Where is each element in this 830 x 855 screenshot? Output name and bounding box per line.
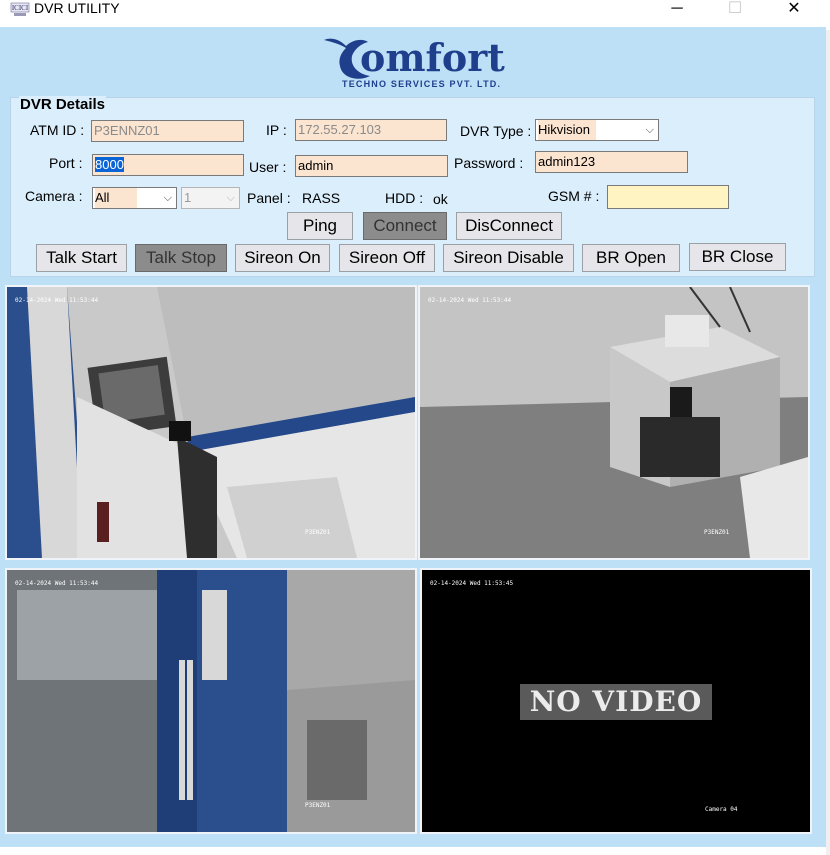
user-label: User : <box>249 159 287 175</box>
camera-channel-value: 1 <box>184 190 192 205</box>
camera-1-timestamp: 02-14-2024 Wed 11:53:44 <box>15 297 99 304</box>
password-field[interactable]: admin123 <box>535 151 688 173</box>
ping-button[interactable]: Ping <box>287 212 353 240</box>
camera-view-4[interactable]: 02-14-2024 Wed 11:53:45 NO VIDEO Camera … <box>420 568 812 834</box>
dvr-type-select[interactable]: Hikvision ⌵ <box>535 119 659 141</box>
gsm-field[interactable] <box>607 185 729 209</box>
camera-3-image <box>7 570 415 832</box>
camera-1-label: P3ENZ01 <box>305 529 331 536</box>
app-logo-icon: ICICI <box>10 2 30 18</box>
ip-label: IP : <box>266 122 287 138</box>
atm-id-field[interactable]: P3ENNZ01 <box>91 120 244 142</box>
disconnect-button[interactable]: DisConnect <box>456 212 562 240</box>
company-logo: omfort TECHNO SERVICES PVT. LTD. <box>320 34 520 90</box>
dvr-details-title: DVR Details <box>19 96 107 113</box>
user-field[interactable]: admin <box>295 155 448 177</box>
br-open-button[interactable]: BR Open <box>582 244 680 272</box>
sireon-disable-button[interactable]: Sireon Disable <box>443 244 574 272</box>
chevron-down-icon: ⌵ <box>645 124 654 136</box>
camera-view-1[interactable]: 02-14-2024 Wed 11:53:44 P3ENZ01 <box>5 285 417 560</box>
chevron-down-icon: ⌵ <box>226 192 235 204</box>
gsm-label: GSM # : <box>548 188 600 204</box>
br-close-button[interactable]: BR Close <box>689 243 786 271</box>
logo-wordmark: omfort <box>360 35 505 80</box>
minimize-button[interactable]: ─ <box>654 0 700 22</box>
camera-1-image <box>7 287 415 558</box>
hdd-value: ok <box>433 191 448 207</box>
dvr-type-label: DVR Type : <box>460 123 532 139</box>
panel-label: Panel : <box>247 190 291 206</box>
talk-stop-button[interactable]: Talk Stop <box>135 244 227 272</box>
camera-3-timestamp: 02-14-2024 Wed 11:53:44 <box>15 580 99 587</box>
port-value-selected: 8000 <box>95 157 124 172</box>
camera-2-label: P3ENZ01 <box>704 529 730 536</box>
panel-value: RASS <box>302 190 341 206</box>
no-video-overlay: NO VIDEO <box>520 684 712 720</box>
camera-channel-select[interactable]: 1 ⌵ <box>181 187 240 209</box>
camera-select-value: All <box>95 188 138 208</box>
atm-id-label: ATM ID : <box>30 122 85 138</box>
camera-view-3[interactable]: 02-14-2024 Wed 11:53:44 P3ENZ01 <box>5 568 417 834</box>
camera-view-2[interactable]: 02-14-2024 Wed 11:53:44 P3ENZ01 <box>418 285 810 560</box>
chevron-down-icon: ⌵ <box>163 192 172 204</box>
talk-start-button[interactable]: Talk Start <box>36 244 127 272</box>
dvr-type-value: Hikvision <box>538 120 597 140</box>
camera-2-timestamp: 02-14-2024 Wed 11:53:44 <box>428 297 512 304</box>
ip-field[interactable]: 172.55.27.103 <box>295 119 447 141</box>
port-field[interactable]: 8000 <box>92 154 244 176</box>
password-label: Password : <box>454 155 524 171</box>
close-button[interactable]: ✕ <box>771 0 817 22</box>
camera-select[interactable]: All ⌵ <box>92 187 177 209</box>
hdd-label: HDD : <box>385 190 424 206</box>
camera-2-image <box>420 287 808 558</box>
connect-button[interactable]: Connect <box>363 212 447 240</box>
sireon-on-button[interactable]: Sireon On <box>235 244 330 272</box>
port-label: Port : <box>49 155 83 171</box>
maximize-button[interactable]: ☐ <box>712 0 758 22</box>
camera-4-timestamp: 02-14-2024 Wed 11:53:45 <box>430 580 514 587</box>
camera-3-label: P3ENZ01 <box>305 802 331 809</box>
window-edge <box>826 30 830 855</box>
logo-tagline: TECHNO SERVICES PVT. LTD. <box>342 79 502 89</box>
camera-4-label: Camera 04 <box>705 806 738 813</box>
window-title: DVR UTILITY <box>34 0 120 16</box>
app-icon-text: ICICI <box>12 4 29 12</box>
camera-label: Camera : <box>25 188 83 204</box>
sireon-off-button[interactable]: Sireon Off <box>339 244 435 272</box>
title-bar: ICICI DVR UTILITY ─ ☐ ✕ <box>0 0 830 30</box>
